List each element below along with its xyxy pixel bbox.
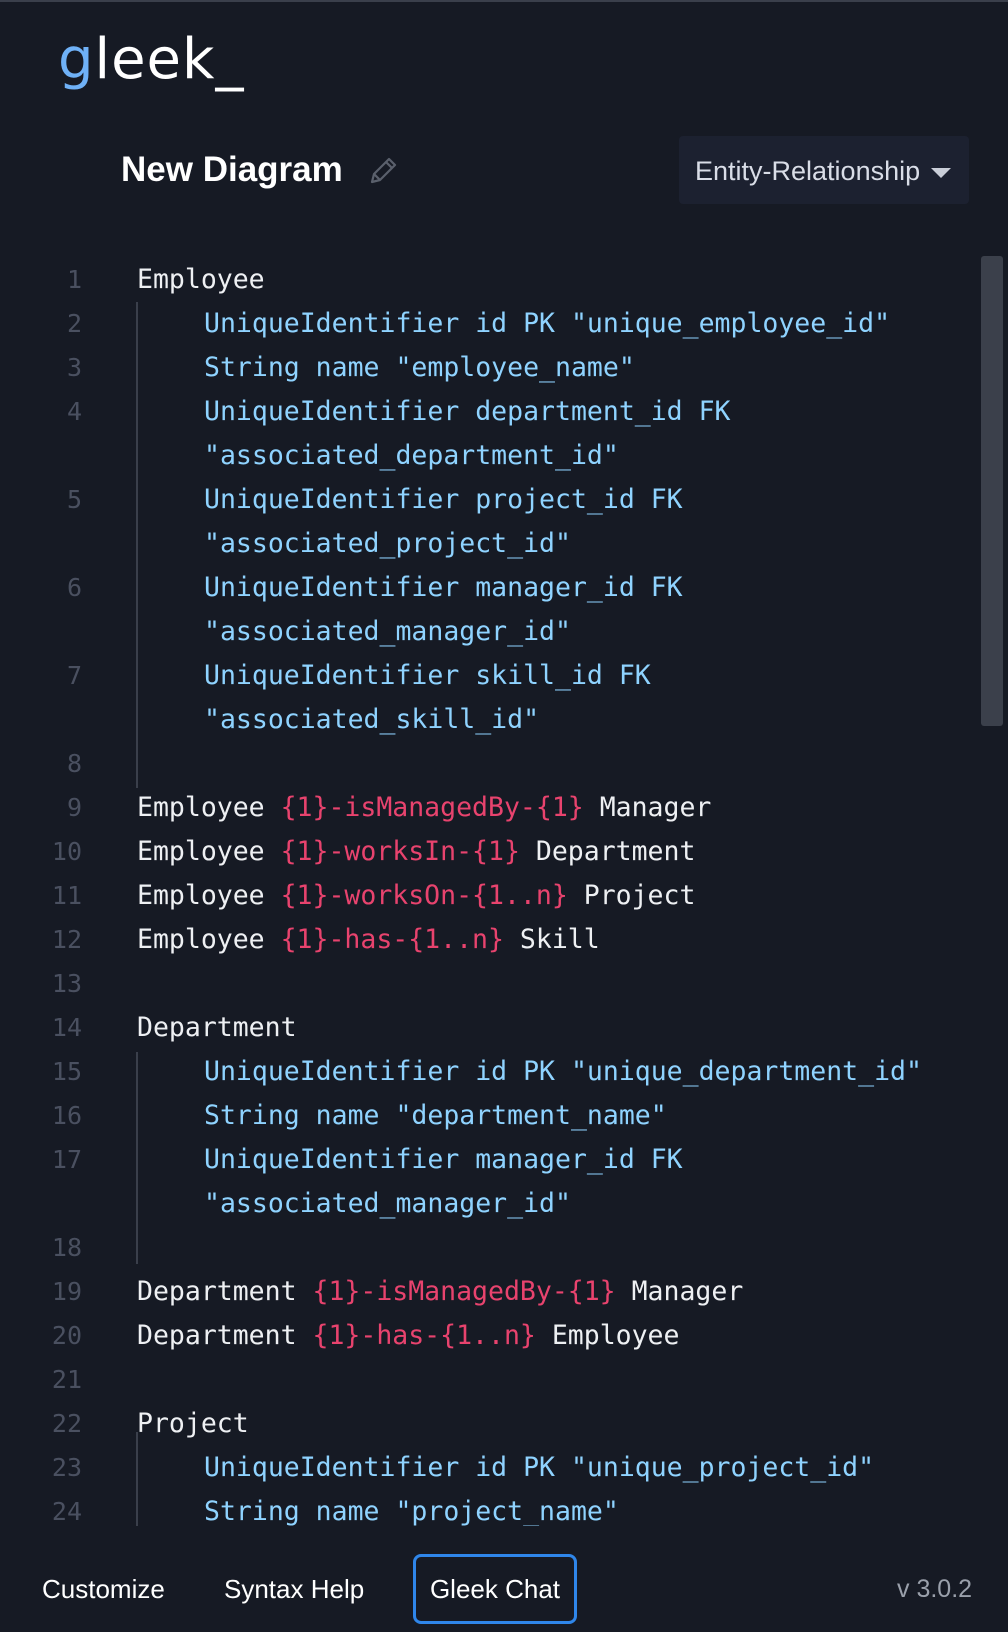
entity-name: Manager [583,792,712,823]
entity-name: Employee [535,1320,680,1351]
diagram-title[interactable]: New Diagram [121,148,343,192]
entity-name: Manager [615,1276,744,1307]
entity-name: Employee [137,924,281,955]
entity-name: Employee [137,836,281,867]
code-line: Department [137,1012,297,1043]
line-number: 22 [51,1409,82,1438]
entity-name: Project [567,880,696,911]
edit-pencil-icon[interactable] [364,152,402,190]
code-line: UniqueIdentifier id PK "unique_employee_… [204,308,891,339]
syntax-help-button[interactable]: Syntax Help [224,1554,364,1624]
relationship-text: {1}-isManagedBy-{1} [312,1276,616,1307]
entity-name: Skill [503,924,600,955]
diagram-type-label: Entity-Relationship [695,156,921,186]
code-line: Employee {1}-worksOn-{1..n} Project [137,874,695,918]
code-line: Employee {1}-isManagedBy-{1} Manager [137,786,711,830]
line-number: 24 [51,1497,82,1526]
code-line: UniqueIdentifier project_id FK [204,484,683,515]
code-line: "associated_project_id" [204,528,571,559]
code-line: Department {1}-has-{1..n} Employee [137,1314,679,1358]
line-number: 7 [66,661,82,690]
line-number: 11 [51,881,82,910]
indent-guide [136,1432,138,1526]
code-line: UniqueIdentifier id PK "unique_departmen… [204,1056,922,1087]
code-line: UniqueIdentifier department_id FK [204,396,731,427]
line-number: 8 [66,749,82,778]
relationship-text: {1}-isManagedBy-{1} [280,792,584,823]
relationship-text: {1}-worksIn-{1} [280,836,520,867]
entity-name: Employee [137,880,281,911]
editor-scrollbar[interactable] [981,256,1003,726]
entity-name: Department [137,1276,313,1307]
code-line: Project [137,1408,249,1439]
line-number: 21 [51,1365,82,1394]
relationship-text: {1}-has-{1..n} [280,924,504,955]
code-line: UniqueIdentifier manager_id FK [204,1144,683,1175]
relationship-text: {1}-worksOn-{1..n} [280,880,568,911]
line-number: 19 [51,1277,82,1306]
code-line: "associated_manager_id" [204,616,571,647]
line-number: 5 [66,485,82,514]
customize-button[interactable]: Customize [42,1554,165,1624]
gleek-chat-button[interactable]: Gleek Chat [413,1554,577,1624]
code-line: Employee {1}-worksIn-{1} Department [137,830,695,874]
code-line: String name "project_name" [204,1496,619,1526]
code-line: Employee {1}-has-{1..n} Skill [137,918,600,962]
relationship-text: {1}-has-{1..n} [312,1320,536,1351]
logo-g: g [58,27,95,92]
code-editor[interactable]: 1 Employee 2 UniqueIdentifier id PK "unique… [0,236,1008,1526]
version-label: v 3.0.2 [897,1575,973,1603]
diagram-type-dropdown[interactable]: Entity-Relationship [679,136,969,204]
line-number: 1 [66,265,82,294]
line-number: 13 [51,969,82,998]
code-line: "associated_skill_id" [204,704,540,735]
line-number: 10 [51,837,82,866]
gleek-logo[interactable]: gleek_ [58,26,244,94]
line-number: 18 [51,1233,82,1262]
code-line: UniqueIdentifier manager_id FK [204,572,683,603]
line-number: 12 [51,925,82,954]
code-line: "associated_department_id" [204,440,619,471]
line-number: 15 [51,1057,82,1086]
line-number: 6 [66,573,82,602]
entity-name: Employee [137,792,281,823]
line-number: 4 [66,397,82,426]
code-line: Department {1}-isManagedBy-{1} Manager [137,1270,743,1314]
entity-name: Department [137,1320,313,1351]
top-divider [0,0,1008,2]
code-line: String name "department_name" [204,1100,667,1131]
code-line: String name "employee_name" [204,352,635,383]
code-line: UniqueIdentifier skill_id FK [204,660,651,691]
line-number: 9 [66,793,82,822]
code-line: "associated_manager_id" [204,1188,571,1219]
code-line: UniqueIdentifier id PK "unique_project_i… [204,1452,875,1483]
line-number: 3 [66,353,82,382]
indent-guide [136,302,138,788]
code-line: Employee [137,264,265,295]
line-number: 20 [51,1321,82,1350]
entity-name: Department [519,836,696,867]
line-number: 2 [66,309,82,338]
indent-guide [136,1052,138,1264]
line-number: 17 [51,1145,82,1174]
chevron-down-icon [931,168,951,178]
logo-text: leek_ [94,27,245,92]
line-number: 16 [51,1101,82,1130]
line-number: 14 [51,1013,82,1042]
line-number: 23 [51,1453,82,1482]
